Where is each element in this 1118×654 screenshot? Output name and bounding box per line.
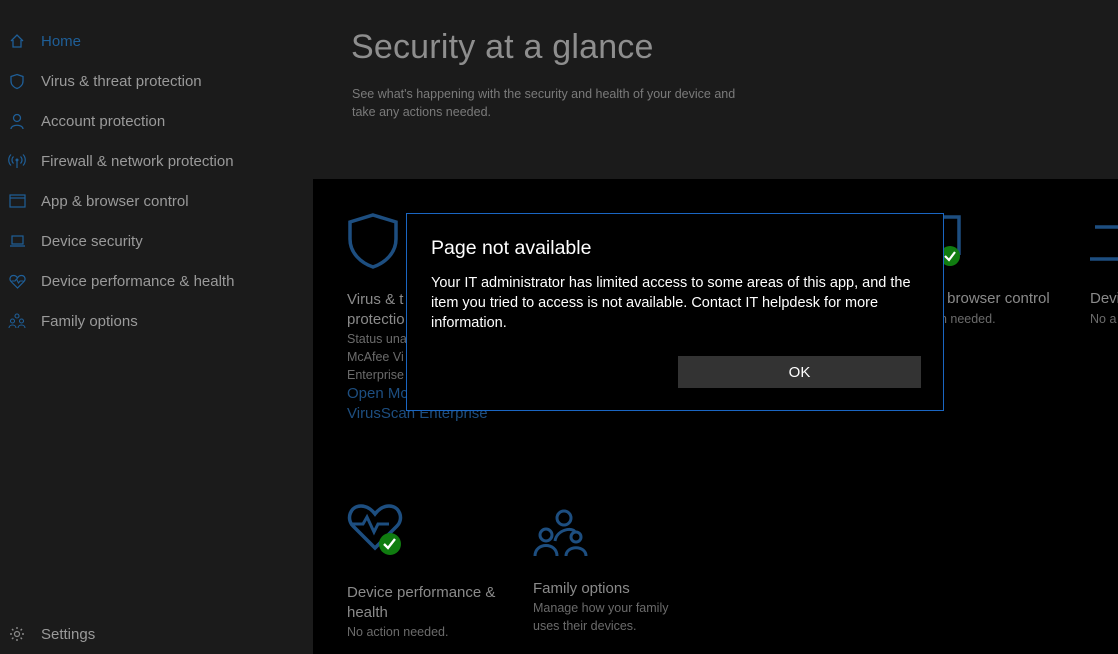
sidebar-item-account[interactable]: Account protection xyxy=(0,101,313,141)
family-icon xyxy=(533,509,589,561)
heart-icon xyxy=(347,504,405,562)
tile-status: Manage how your family xyxy=(533,601,669,615)
sidebar-item-label: Firewall & network protection xyxy=(41,152,234,170)
sidebar-item-home[interactable]: Home xyxy=(0,21,313,61)
dialog-message: Your IT administrator has limited access… xyxy=(431,275,911,331)
tile-title: & browser control xyxy=(933,290,1050,307)
browser-window-icon xyxy=(8,192,26,210)
home-icon xyxy=(8,32,26,50)
settings-label: Settings xyxy=(41,625,96,643)
sidebar-item-virus-threat[interactable]: Virus & threat protection xyxy=(0,61,313,101)
sidebar-item-label: Device security xyxy=(41,232,143,250)
shield-icon xyxy=(8,72,26,90)
tile-title: Device performance & xyxy=(347,584,496,601)
page-not-available-dialog: Page not available Your IT administrator… xyxy=(406,213,944,411)
sidebar-item-device-security[interactable]: Device security xyxy=(0,221,313,261)
tile-status: No action needed. xyxy=(347,625,449,639)
sidebar-item-label: Device performance & health xyxy=(41,272,235,290)
laptop-icon xyxy=(8,232,26,250)
tile-title: Family options xyxy=(533,580,630,597)
sidebar-item-device-performance[interactable]: Device performance & health xyxy=(0,261,313,301)
heart-icon xyxy=(8,272,26,290)
family-icon xyxy=(8,312,26,330)
tile-device-security[interactable]: Devi No a xyxy=(1090,215,1118,335)
sidebar: Home Virus & threat protection Account p… xyxy=(0,0,313,654)
tile-title: Devi xyxy=(1090,290,1118,307)
ok-button[interactable]: OK xyxy=(678,356,921,388)
sidebar-item-label: App & browser control xyxy=(41,192,189,210)
tile-title: health xyxy=(347,604,388,621)
laptop-icon xyxy=(1090,223,1118,268)
tile-device-performance[interactable]: Device performance & health No action ne… xyxy=(347,504,517,641)
page-header: Security at a glance See what's happenin… xyxy=(313,0,1118,179)
tile-family-options[interactable]: Family options Manage how your family us… xyxy=(533,509,703,635)
page-title: Security at a glance xyxy=(351,28,654,66)
dialog-title: Page not available xyxy=(431,237,592,259)
tile-status: uses their devices. xyxy=(533,619,637,633)
sidebar-item-settings[interactable]: Settings xyxy=(0,614,313,654)
sidebar-item-label: Family options xyxy=(41,312,138,330)
tile-status: No a xyxy=(1090,312,1117,326)
shield-icon xyxy=(347,213,399,273)
antenna-icon xyxy=(8,152,26,170)
sidebar-item-label: Home xyxy=(41,32,82,50)
sidebar-item-label: Virus & threat protection xyxy=(41,72,202,90)
sidebar-item-firewall[interactable]: Firewall & network protection xyxy=(0,141,313,181)
sidebar-item-app-browser[interactable]: App & browser control xyxy=(0,181,313,221)
page-subtitle: See what's happening with the security a… xyxy=(352,87,736,119)
sidebar-item-label: Account protection xyxy=(41,112,166,130)
gear-icon xyxy=(8,625,26,643)
sidebar-item-family[interactable]: Family options xyxy=(0,301,313,341)
person-icon xyxy=(8,112,26,130)
